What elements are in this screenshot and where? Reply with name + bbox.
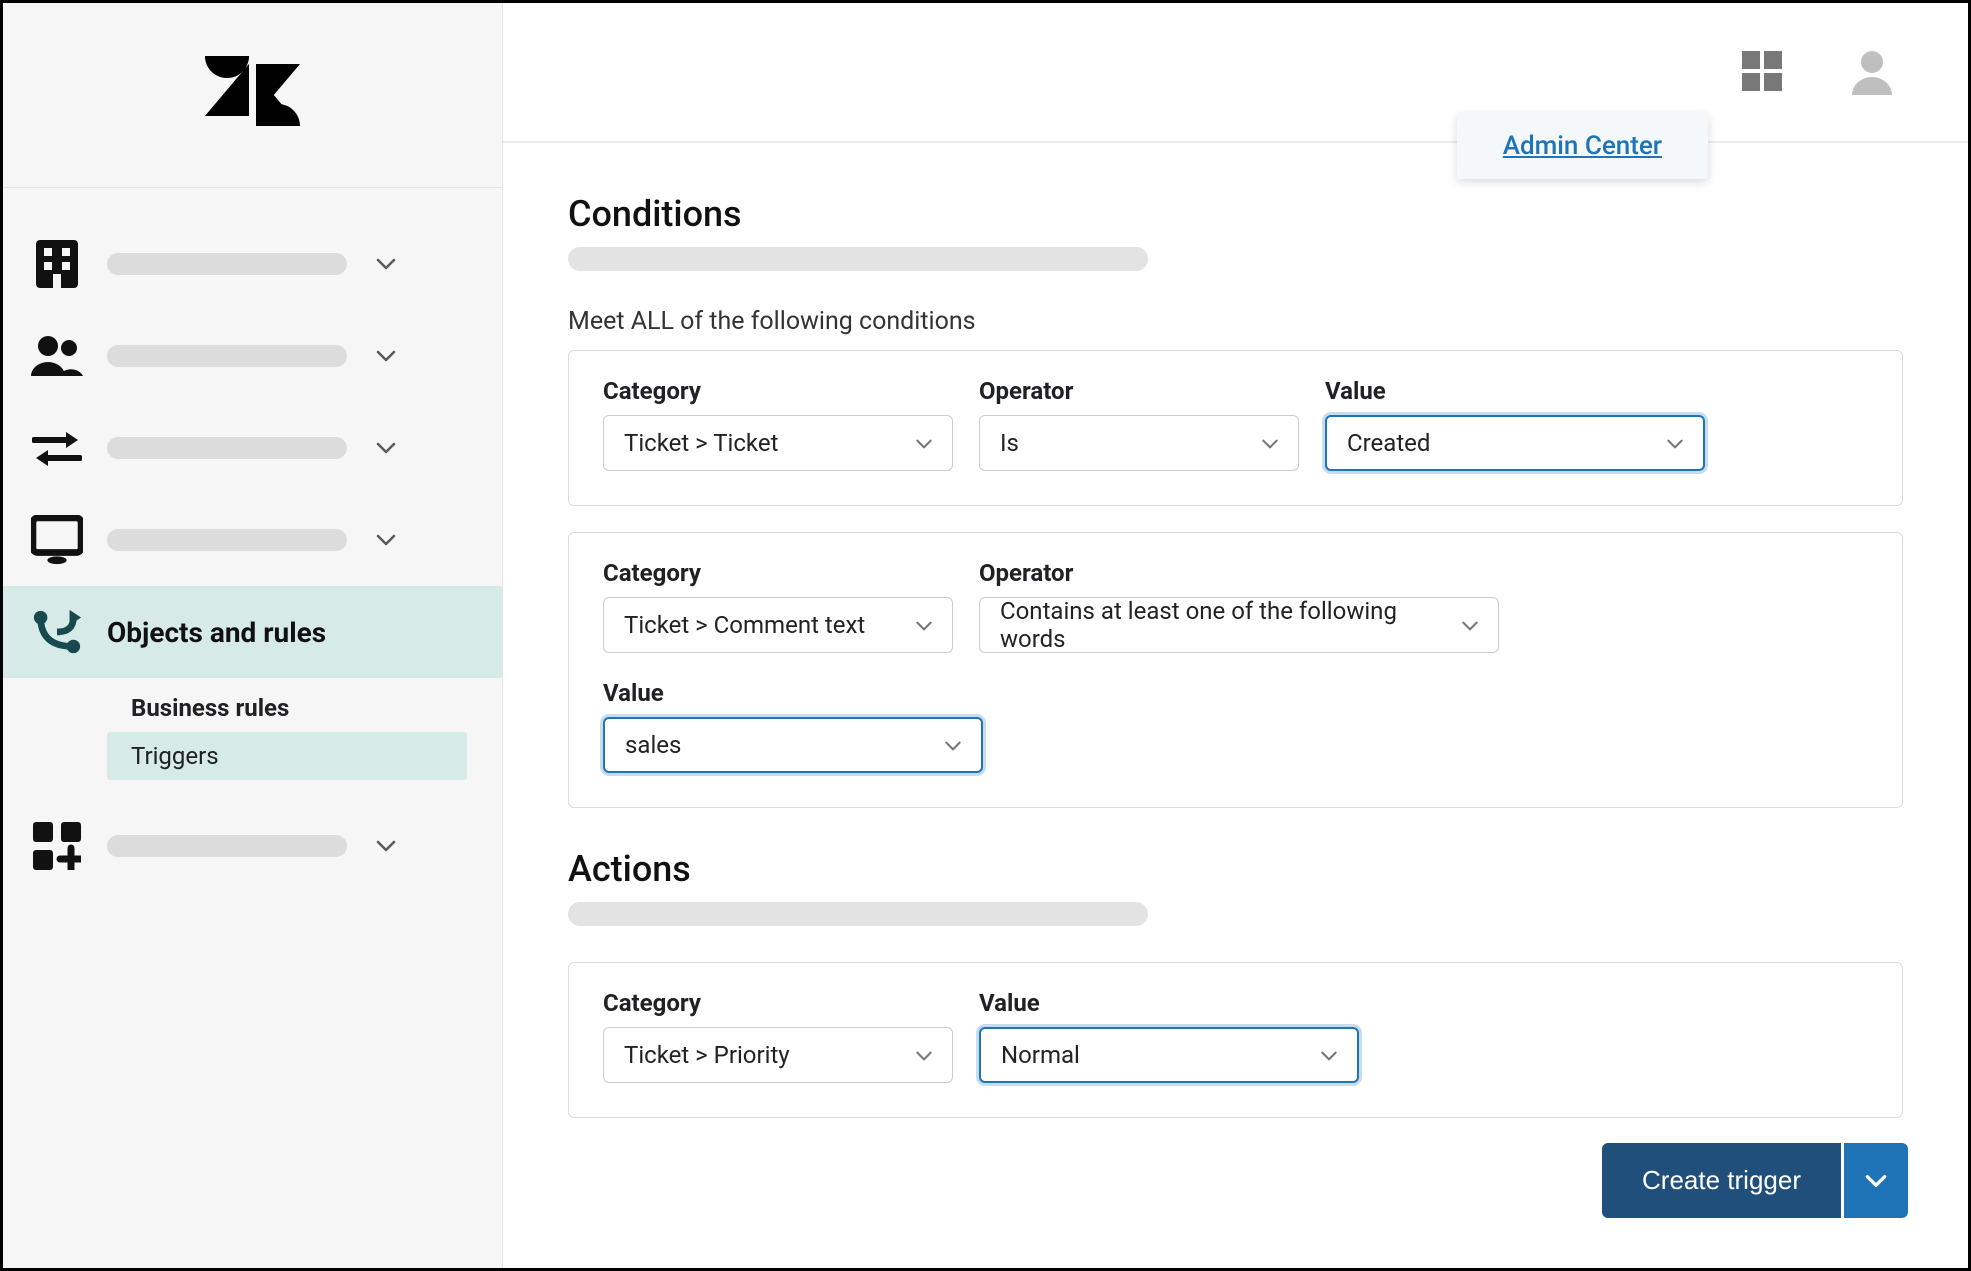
sub-heading-business-rules[interactable]: Business rules	[113, 684, 502, 732]
nav-list: Objects and rules Business rules Trigger…	[3, 188, 502, 922]
admin-center-badge[interactable]: Admin Center	[1457, 113, 1708, 179]
arrows-icon	[31, 422, 83, 474]
label-value: Value	[1325, 377, 1705, 405]
label-value: Value	[603, 679, 983, 707]
app-frame: Objects and rules Business rules Trigger…	[0, 0, 1971, 1271]
nav-item-workspaces[interactable]	[3, 494, 502, 586]
dropdown-cond1-category[interactable]: Ticket > Ticket	[603, 415, 953, 471]
chevron-down-icon	[371, 525, 401, 555]
chevron-down-icon	[943, 734, 965, 756]
action-card-1: Category Ticket > Priority Value Normal	[568, 962, 1903, 1118]
label-category: Category	[603, 559, 953, 587]
label-value: Value	[979, 989, 1359, 1017]
sub-item-triggers[interactable]: Triggers	[107, 732, 467, 780]
nav-placeholder	[107, 529, 347, 551]
dropdown-value: Ticket > Comment text	[624, 611, 865, 639]
label-category: Category	[603, 377, 953, 405]
chevron-down-icon	[371, 831, 401, 861]
flow-icon	[31, 606, 83, 658]
dropdown-value: Normal	[1001, 1041, 1080, 1069]
zendesk-logo-icon	[205, 56, 300, 134]
dropdown-cond1-operator[interactable]: Is	[979, 415, 1299, 471]
building-icon	[31, 238, 83, 290]
content: Conditions Meet ALL of the following con…	[503, 143, 1968, 1143]
dropdown-action1-value[interactable]: Normal	[979, 1027, 1359, 1083]
dropdown-cond2-operator[interactable]: Contains at least one of the following w…	[979, 597, 1499, 653]
dropdown-cond2-category[interactable]: Ticket > Comment text	[603, 597, 953, 653]
user-icon[interactable]	[1848, 47, 1898, 97]
nav-placeholder	[107, 253, 347, 275]
nav-item-people[interactable]	[3, 310, 502, 402]
dropdown-cond1-value[interactable]: Created	[1325, 415, 1705, 471]
dropdown-value: Ticket > Priority	[624, 1041, 790, 1069]
people-icon	[31, 330, 83, 382]
create-trigger-group: Create trigger	[1602, 1143, 1908, 1218]
conditions-title: Conditions	[568, 193, 1903, 235]
dropdown-cond2-value[interactable]: sales	[603, 717, 983, 773]
dropdown-value: Created	[1347, 429, 1430, 457]
chevron-down-icon	[914, 1044, 936, 1066]
chevron-down-icon	[371, 249, 401, 279]
nav-placeholder	[107, 345, 347, 367]
chevron-down-icon	[1460, 614, 1482, 636]
condition-card-1: Category Ticket > Ticket Operator Is	[568, 350, 1903, 506]
condition-card-2: Category Ticket > Comment text Operator …	[568, 532, 1903, 808]
chevron-down-icon	[1665, 432, 1687, 454]
nav-placeholder	[107, 437, 347, 459]
conditions-subheading: Meet ALL of the following conditions	[568, 307, 1903, 336]
chevron-down-icon	[371, 433, 401, 463]
brand-logo	[3, 3, 502, 188]
dropdown-action1-category[interactable]: Ticket > Priority	[603, 1027, 953, 1083]
apps-plus-icon	[31, 820, 83, 872]
chevron-down-icon	[914, 614, 936, 636]
nav-placeholder	[107, 835, 347, 857]
topbar	[503, 3, 1968, 143]
dropdown-value: sales	[625, 731, 681, 759]
nav-label-objects-rules: Objects and rules	[107, 616, 326, 649]
chevron-down-icon	[1863, 1168, 1889, 1194]
nav-sub-items: Business rules Triggers	[3, 678, 502, 800]
chevron-down-icon	[371, 341, 401, 371]
description-placeholder	[568, 902, 1148, 926]
nav-item-account[interactable]	[3, 218, 502, 310]
products-icon[interactable]	[1738, 47, 1788, 97]
monitor-icon	[31, 514, 83, 566]
chevron-down-icon	[1260, 432, 1282, 454]
nav-item-objects-rules[interactable]: Objects and rules	[3, 586, 502, 678]
label-operator: Operator	[979, 377, 1299, 405]
sidebar: Objects and rules Business rules Trigger…	[3, 3, 503, 1268]
dropdown-value: Contains at least one of the following w…	[1000, 597, 1446, 653]
actions-title: Actions	[568, 848, 1903, 890]
footer: Create trigger	[503, 1143, 1968, 1268]
chevron-down-icon	[914, 432, 936, 454]
main: Admin Center Conditions Meet ALL of the …	[503, 3, 1968, 1268]
chevron-down-icon	[1319, 1044, 1341, 1066]
create-trigger-split-button[interactable]	[1844, 1143, 1908, 1218]
nav-item-apps[interactable]	[3, 800, 502, 892]
create-trigger-button[interactable]: Create trigger	[1602, 1143, 1841, 1218]
label-operator: Operator	[979, 559, 1499, 587]
nav-item-channels[interactable]	[3, 402, 502, 494]
dropdown-value: Ticket > Ticket	[624, 429, 778, 457]
description-placeholder	[568, 247, 1148, 271]
dropdown-value: Is	[1000, 429, 1019, 457]
label-category: Category	[603, 989, 953, 1017]
